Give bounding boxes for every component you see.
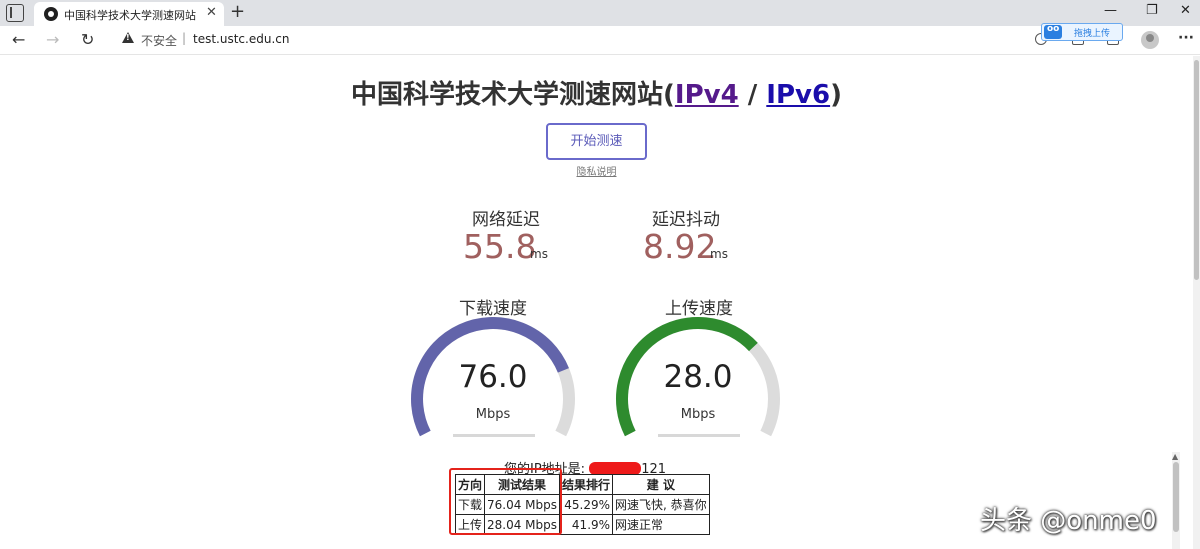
back-button[interactable]: ← xyxy=(12,30,25,49)
header-advice: 建 议 xyxy=(612,474,710,495)
header-rank: 结果排行 xyxy=(559,474,614,495)
tab-actions-icon[interactable] xyxy=(6,4,24,22)
settings-menu-button[interactable]: ··· xyxy=(1178,30,1194,46)
close-window-button[interactable]: ✕ xyxy=(1180,3,1191,18)
profile-avatar[interactable] xyxy=(1141,31,1159,49)
page-title-text: 中国科学技术大学测速网站( xyxy=(351,80,675,110)
download-progress-bar xyxy=(453,434,535,437)
scroll-up-arrow-icon[interactable]: ▲ xyxy=(1172,452,1178,461)
jitter-unit: ms xyxy=(710,247,728,261)
tab-strip: 中国科学技术大学测速网站 ✕ + — ❐ ✕ xyxy=(0,0,1200,26)
browser-toolbar: ← → ↻ 不安全 | test.ustc.edu.cn ··· 拖拽上传 xyxy=(0,23,1200,55)
highlight-annotation-box xyxy=(449,468,562,535)
cell-rank: 41.9% xyxy=(559,514,614,535)
download-unit: Mbps xyxy=(475,407,511,422)
cell-advice: 网速飞快, 恭喜你 xyxy=(612,494,710,515)
address-separator: | xyxy=(182,31,187,45)
ping-unit: ms xyxy=(530,247,548,261)
start-test-button[interactable]: 开始测速 xyxy=(546,123,647,160)
security-status[interactable]: 不安全 xyxy=(141,32,177,49)
ping-value: 55.8 xyxy=(463,227,537,266)
drag-upload-extension[interactable]: 拖拽上传 xyxy=(1041,23,1123,41)
tab-close-icon[interactable]: ✕ xyxy=(206,5,217,20)
cell-rank: 45.29% xyxy=(559,494,614,515)
new-tab-button[interactable]: + xyxy=(230,1,245,22)
watermark: 头条 @onme0 xyxy=(980,506,1157,536)
forward-button[interactable]: → xyxy=(46,30,59,49)
page-scrollbar-thumb[interactable] xyxy=(1194,60,1199,280)
drag-upload-label: 拖拽上传 xyxy=(1074,29,1111,39)
cloud-upload-icon xyxy=(1044,24,1062,39)
browser-tab[interactable]: 中国科学技术大学测速网站 ✕ xyxy=(34,2,224,26)
download-gauge: 76.0 Mbps xyxy=(403,315,583,445)
download-value: 76.0 xyxy=(458,359,528,395)
cell-advice: 网速正常 xyxy=(612,514,710,535)
ipv6-link[interactable]: IPv6 xyxy=(766,80,830,110)
ipv4-link[interactable]: IPv4 xyxy=(675,80,739,110)
tab-title: 中国科学技术大学测速网站 xyxy=(64,9,196,22)
title-close-paren: ) xyxy=(830,80,842,110)
site-favicon-icon xyxy=(44,7,58,21)
title-slash: / xyxy=(738,80,767,110)
upload-unit: Mbps xyxy=(680,407,716,422)
upload-value: 28.0 xyxy=(663,359,733,395)
privacy-link[interactable]: 隐私说明 xyxy=(0,163,1193,178)
upload-progress-bar xyxy=(658,434,740,437)
minimize-button[interactable]: — xyxy=(1104,3,1117,18)
warning-icon[interactable] xyxy=(122,32,134,43)
page-title: 中国科学技术大学测速网站(IPv4 / IPv6) xyxy=(0,74,1193,111)
reload-button[interactable]: ↻ xyxy=(81,30,94,49)
maximize-button[interactable]: ❐ xyxy=(1146,3,1158,18)
results-scrollbar-thumb[interactable] xyxy=(1173,462,1179,532)
upload-gauge: 28.0 Mbps xyxy=(608,315,788,445)
jitter-value: 8.92 xyxy=(643,227,717,266)
address-bar-url[interactable]: test.ustc.edu.cn xyxy=(193,32,289,46)
